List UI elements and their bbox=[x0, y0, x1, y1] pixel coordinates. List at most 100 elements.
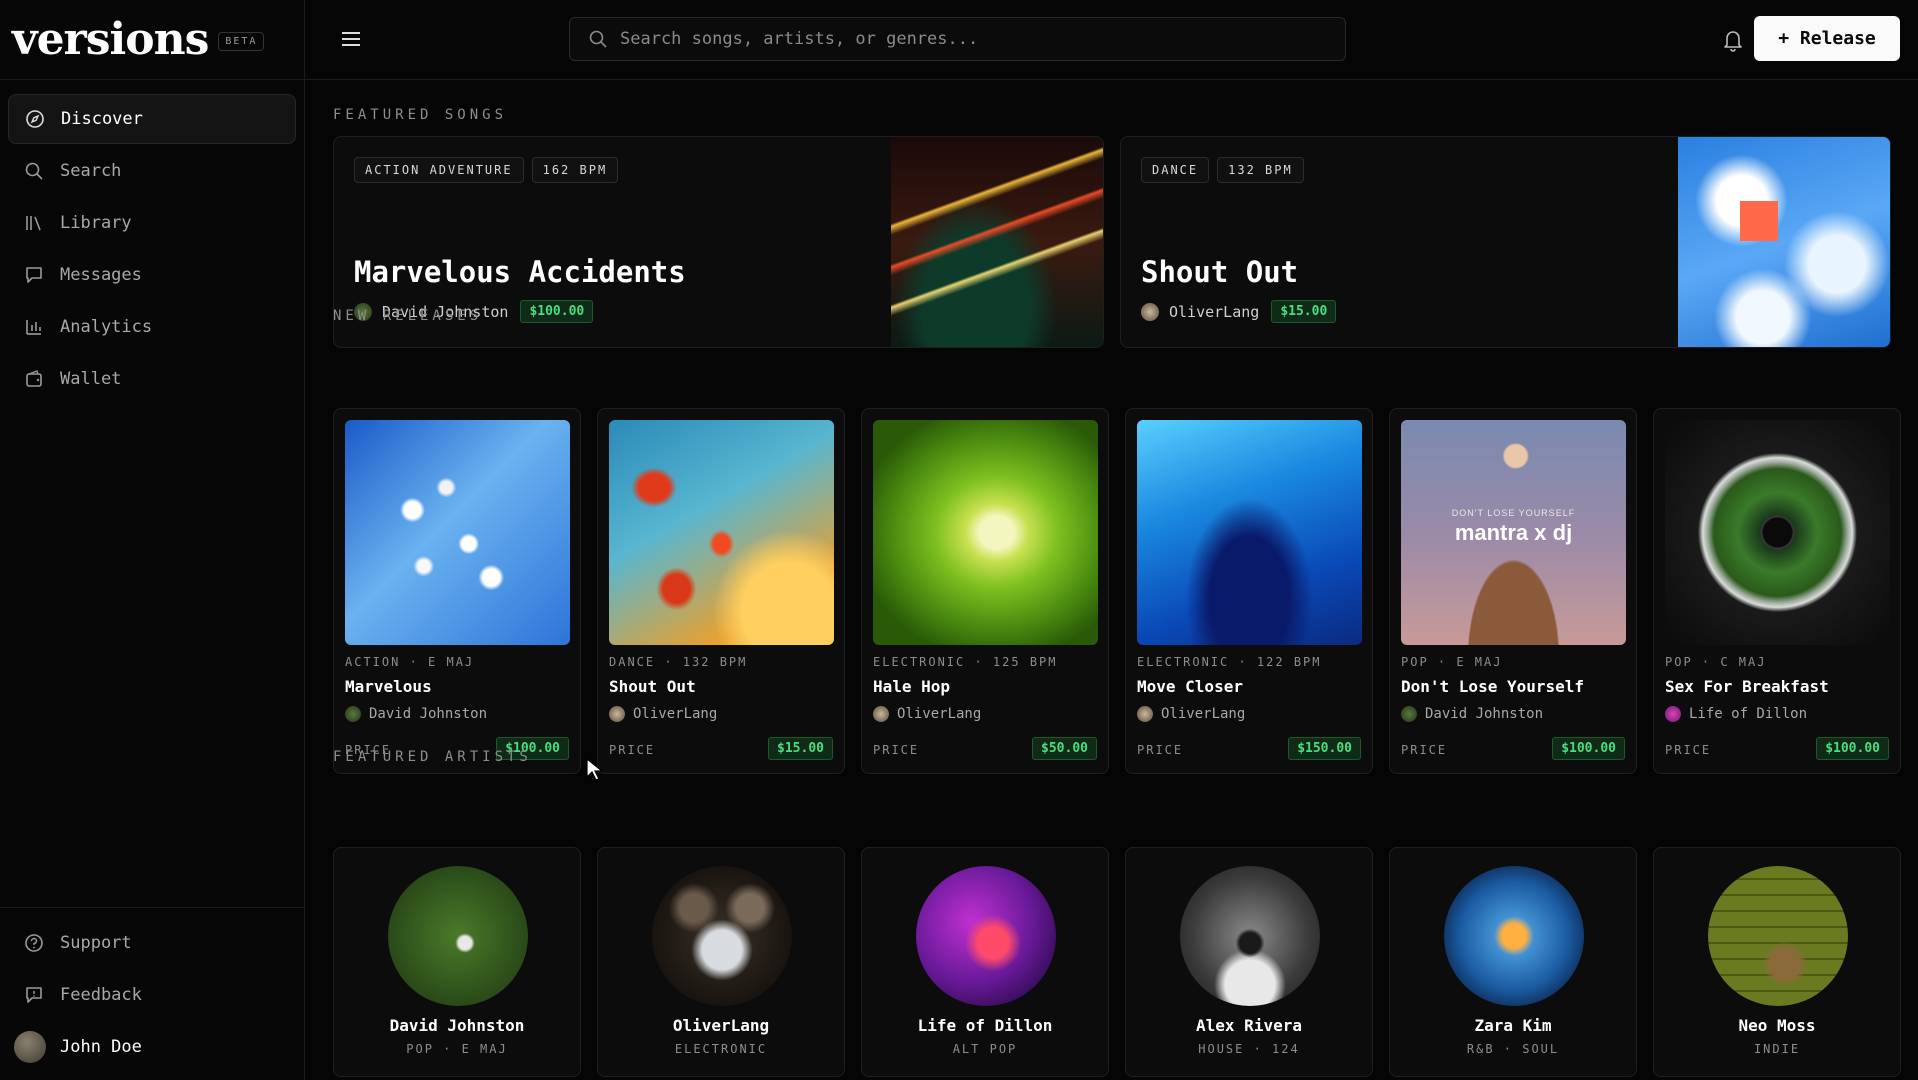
user-profile[interactable]: John Doe bbox=[8, 1022, 296, 1072]
release-title: Sex For Breakfast bbox=[1665, 677, 1829, 696]
help-circle-icon bbox=[24, 933, 44, 953]
cover-art bbox=[1665, 420, 1890, 645]
avatar bbox=[652, 866, 792, 1006]
app-root: versions BETA Discover Search Library Me… bbox=[0, 0, 1918, 1080]
artist-name: Alex Rivera bbox=[1196, 1016, 1302, 1035]
avatar bbox=[916, 866, 1056, 1006]
artist-name: OliverLang bbox=[672, 1016, 770, 1035]
search-bar[interactable] bbox=[569, 17, 1346, 61]
sidebar-item-label: Discover bbox=[61, 109, 143, 129]
artist-name[interactable]: OliverLang bbox=[1161, 706, 1245, 722]
artist-genre: HOUSE · 124 bbox=[1198, 1042, 1300, 1056]
artist-card[interactable]: Neo Moss INDIE bbox=[1653, 847, 1901, 1077]
sidebar-item-messages[interactable]: Messages bbox=[8, 250, 296, 300]
user-name: John Doe bbox=[60, 1037, 142, 1057]
artist-genre: ELECTRONIC bbox=[674, 1042, 768, 1056]
art-caption: DON'T LOSE YOURSELF bbox=[1451, 508, 1576, 518]
sidebar-item-label: Search bbox=[60, 161, 122, 181]
sidebar-item-support[interactable]: Support bbox=[8, 918, 296, 968]
sidebar-item-search[interactable]: Search bbox=[8, 146, 296, 196]
release-title: Shout Out bbox=[609, 677, 696, 696]
featured-song-card[interactable]: DANCE 132 BPM Shout Out OliverLang $15.0… bbox=[1120, 136, 1891, 348]
artist-avatar bbox=[873, 706, 889, 722]
sidebar-item-wallet[interactable]: Wallet bbox=[8, 354, 296, 404]
release-card[interactable]: POP · C MAJ Sex For Breakfast Life of Di… bbox=[1653, 408, 1901, 774]
price-label: PRICE bbox=[1401, 743, 1448, 757]
price-label: PRICE bbox=[1137, 743, 1184, 757]
avatar bbox=[14, 1031, 46, 1063]
price-label: PRICE bbox=[1665, 743, 1712, 757]
artist-avatar bbox=[345, 706, 361, 722]
cover-art: DON'T LOSE YOURSELF mantra x dj bbox=[1401, 420, 1626, 645]
release-button[interactable]: + Release bbox=[1754, 16, 1900, 61]
artist-name[interactable]: David Johnston bbox=[369, 706, 487, 722]
cover-art bbox=[1137, 420, 1362, 645]
sidebar-item-label: Support bbox=[60, 933, 132, 953]
price-label: PRICE bbox=[873, 743, 920, 757]
artist-name[interactable]: Life of Dillon bbox=[1689, 706, 1807, 722]
tag-list: DANCE 132 BPM bbox=[1141, 157, 1304, 183]
artist-name[interactable]: David Johnston bbox=[1425, 706, 1543, 722]
sidebar-item-discover[interactable]: Discover bbox=[8, 94, 296, 144]
release-card[interactable]: DON'T LOSE YOURSELF mantra x dj POP · E … bbox=[1389, 408, 1637, 774]
artist-name[interactable]: OliverLang bbox=[633, 706, 717, 722]
artist-card[interactable]: Zara Kim R&B · SOUL bbox=[1389, 847, 1637, 1077]
notifications-button[interactable] bbox=[1722, 28, 1744, 52]
artist-row: OliverLang bbox=[609, 706, 717, 722]
sidebar: versions BETA Discover Search Library Me… bbox=[0, 0, 305, 1080]
section-title-featured-artists: FEATURED ARTISTS bbox=[333, 749, 532, 765]
logo[interactable]: versions bbox=[12, 14, 209, 65]
artist-avatar bbox=[1141, 302, 1159, 321]
artist-genre: R&B · SOUL bbox=[1466, 1042, 1560, 1056]
bar-chart-icon bbox=[24, 317, 44, 337]
release-card[interactable]: DANCE · 132 BPM Shout Out OliverLang PRI… bbox=[597, 408, 845, 774]
artist-name[interactable]: OliverLang bbox=[897, 706, 981, 722]
release-card[interactable]: ACTION · E MAJ Marvelous David Johnston … bbox=[333, 408, 581, 774]
release-title: Move Closer bbox=[1137, 677, 1243, 696]
release-meta: ELECTRONIC · 122 BPM bbox=[1137, 655, 1322, 669]
sidebar-item-feedback[interactable]: Feedback bbox=[8, 970, 296, 1020]
cover-art bbox=[873, 420, 1098, 645]
release-meta: ACTION · E MAJ bbox=[345, 655, 475, 669]
release-meta: POP · E MAJ bbox=[1401, 655, 1503, 669]
search-icon bbox=[589, 30, 607, 48]
sidebar-item-analytics[interactable]: Analytics bbox=[8, 302, 296, 352]
price-badge: $15.00 bbox=[768, 737, 833, 760]
artist-row: David Johnston bbox=[345, 706, 487, 722]
price-label: PRICE bbox=[609, 743, 656, 757]
search-input[interactable] bbox=[620, 29, 1320, 49]
main-content: FEATURED SONGS ACTION ADVENTURE 162 BPM … bbox=[305, 80, 1918, 1080]
price-badge: $15.00 bbox=[1271, 300, 1337, 323]
menu-button[interactable] bbox=[340, 28, 362, 50]
section-title-new-releases: NEW RELEASES bbox=[333, 308, 483, 324]
artist-card[interactable]: Alex Rivera HOUSE · 124 bbox=[1125, 847, 1373, 1077]
release-title: Hale Hop bbox=[873, 677, 951, 696]
cover-art bbox=[891, 137, 1103, 347]
release-title: Marvelous bbox=[345, 677, 432, 696]
price-badge: $50.00 bbox=[1032, 737, 1097, 760]
bell-icon bbox=[1724, 31, 1742, 52]
artist-card[interactable]: David Johnston POP · E MAJ bbox=[333, 847, 581, 1077]
artist-card[interactable]: OliverLang ELECTRONIC bbox=[597, 847, 845, 1077]
sidebar-item-library[interactable]: Library bbox=[8, 198, 296, 248]
artist-avatar bbox=[1665, 706, 1681, 722]
cover-art bbox=[345, 420, 570, 645]
artist-genre: INDIE bbox=[1753, 1042, 1801, 1056]
song-title: Marvelous Accidents bbox=[354, 255, 686, 289]
artist-genre: ALT POP bbox=[952, 1042, 1018, 1056]
artist-row: OliverLang bbox=[873, 706, 981, 722]
sidebar-item-label: Library bbox=[60, 213, 132, 233]
sidebar-item-label: Wallet bbox=[60, 369, 122, 389]
price-badge: $150.00 bbox=[1288, 737, 1361, 760]
release-title: Don't Lose Yourself bbox=[1401, 677, 1585, 696]
artist-name[interactable]: OliverLang bbox=[1169, 303, 1259, 321]
art-title: mantra x dj bbox=[1454, 520, 1573, 545]
release-card[interactable]: ELECTRONIC · 122 BPM Move Closer OliverL… bbox=[1125, 408, 1373, 774]
bpm-tag: 162 BPM bbox=[531, 157, 619, 183]
sidebar-nav: Discover Search Library Messages Analyti… bbox=[0, 80, 304, 420]
artist-name: Neo Moss bbox=[1738, 1016, 1816, 1035]
artist-card[interactable]: Life of Dillon ALT POP bbox=[861, 847, 1109, 1077]
song-title: Shout Out bbox=[1141, 255, 1299, 289]
release-card[interactable]: ELECTRONIC · 125 BPM Hale Hop OliverLang… bbox=[861, 408, 1109, 774]
sidebar-item-label: Messages bbox=[60, 265, 142, 285]
